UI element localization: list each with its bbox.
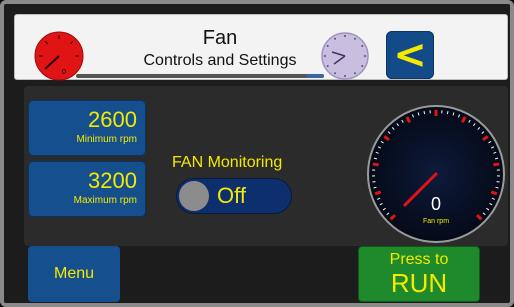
maximum-rpm-button[interactable]: 3200 Maximum rpm	[28, 161, 146, 217]
run-button-prompt: Press to	[389, 251, 449, 268]
maximum-rpm-label: Maximum rpm	[73, 195, 137, 206]
page-subtitle: Controls and Settings	[143, 52, 297, 69]
back-button[interactable]: <	[386, 31, 434, 79]
gauge-major-tick	[490, 190, 498, 196]
gauge-minor-tick	[373, 186, 377, 189]
fan-monitoring-toggle[interactable]: Off	[176, 178, 292, 214]
progress-segment	[306, 74, 324, 78]
app-frame: 0 Fan Controls and Settings < 2600 Minim…	[0, 0, 514, 307]
menu-button-label: Menu	[53, 265, 95, 282]
gauge-unit-label: Fan rpm	[423, 218, 449, 225]
toggle-knob[interactable]	[179, 181, 209, 211]
gauge-minor-tick	[446, 111, 449, 115]
gauge-major-tick	[374, 190, 382, 196]
gauge-minor-tick	[495, 186, 499, 189]
fan-monitoring-label: FAN Monitoring	[172, 154, 283, 171]
gauge-major-tick	[493, 162, 500, 167]
minimum-rpm-value: 2600	[88, 107, 137, 132]
toggle-state-text: Off	[217, 183, 246, 208]
page-title-block: Fan Controls and Settings	[110, 27, 330, 71]
run-button-label: RUN	[390, 268, 448, 298]
minimum-rpm-button[interactable]: 2600 Minimum rpm	[28, 100, 146, 156]
clock-icon	[320, 31, 370, 86]
fan-rpm-gauge: 0 Fan rpm	[366, 104, 506, 249]
gauge-major-tick	[372, 162, 379, 167]
gauge-value: 0	[431, 194, 441, 214]
mini-gauge-value: 0	[62, 69, 66, 76]
menu-button[interactable]: Menu	[28, 246, 120, 302]
header-bar: 0 Fan Controls and Settings <	[14, 14, 508, 81]
chevron-left-icon: <	[393, 32, 427, 78]
header-progress-bar	[76, 74, 324, 78]
page-title: Fan	[202, 27, 238, 49]
minimum-rpm-label: Minimum rpm	[76, 134, 137, 145]
run-button[interactable]: Press to RUN	[358, 246, 480, 302]
gauge-minor-tick	[423, 111, 426, 115]
maximum-rpm-value: 3200	[88, 168, 137, 193]
